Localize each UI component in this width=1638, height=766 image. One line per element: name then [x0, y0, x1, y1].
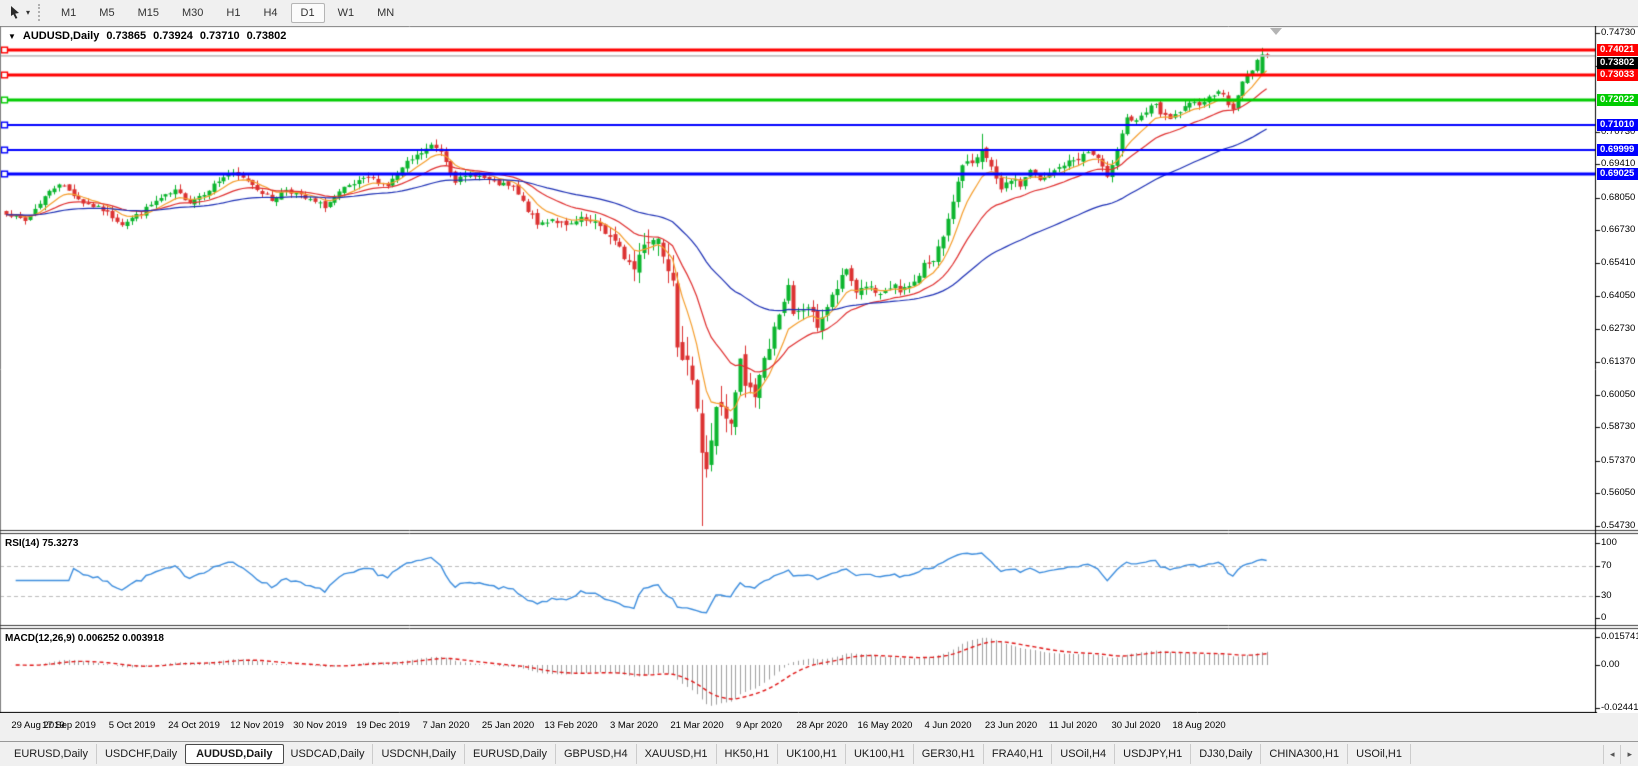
- tab-scroll-left-icon[interactable]: ◂: [1603, 745, 1621, 764]
- date-axis-label: 21 Mar 2020: [670, 720, 723, 731]
- date-axis-label: 13 Feb 2020: [544, 720, 597, 731]
- chart-tab-fra40-h1[interactable]: FRA40,H1: [984, 744, 1052, 764]
- chart-tab-ger30-h1[interactable]: GER30,H1: [914, 744, 984, 764]
- timeframe-button-h4[interactable]: H4: [253, 3, 287, 23]
- date-axis-label: 12 Nov 2019: [230, 720, 284, 731]
- chart-tab-audusd-daily[interactable]: AUDUSD,Daily: [185, 744, 283, 764]
- date-axis-label: 4 Jun 2020: [924, 720, 971, 731]
- tab-scroll-right-icon[interactable]: ▸: [1620, 745, 1638, 764]
- date-axis-label: 11 Jul 2020: [1049, 720, 1097, 731]
- date-axis-label: 17 Sep 2019: [42, 720, 96, 731]
- timeframe-button-w1[interactable]: W1: [328, 3, 365, 23]
- chart-tab-eurusd-daily[interactable]: EURUSD,Daily: [6, 744, 97, 764]
- chart-tab-uk100-h1[interactable]: UK100,H1: [778, 744, 846, 764]
- timeframe-button-m15[interactable]: M15: [128, 3, 169, 23]
- date-axis-label: 9 Apr 2020: [736, 720, 782, 731]
- timeframe-button-m5[interactable]: M5: [89, 3, 124, 23]
- chart-tab-eurusd-daily[interactable]: EURUSD,Daily: [465, 744, 556, 764]
- date-axis-label: 3 Mar 2020: [610, 720, 658, 731]
- date-axis-label: 7 Jan 2020: [422, 720, 469, 731]
- date-axis-label: 29 Aug 2019: [11, 720, 64, 731]
- tab-scrollers: ◂ ▸: [1603, 745, 1638, 764]
- cursor-icon: [8, 5, 22, 20]
- chart-tab-dj30-daily[interactable]: DJ30,Daily: [1191, 744, 1261, 764]
- cursor-tool-button[interactable]: [5, 3, 25, 22]
- date-axis-label: 18 Aug 2020: [1172, 720, 1225, 731]
- chart-tab-usoil-h1[interactable]: USOil,H1: [1348, 744, 1411, 764]
- chart-tab-usdjpy-h1[interactable]: USDJPY,H1: [1115, 744, 1191, 764]
- date-axis-label: 24 Oct 2019: [168, 720, 220, 731]
- date-axis-label: 30 Jul 2020: [1111, 720, 1160, 731]
- top-toolbar: ▾ M1M5M15M30H1H4D1W1MN: [0, 0, 1638, 25]
- chart-tab-usdcad-daily[interactable]: USDCAD,Daily: [283, 744, 374, 764]
- chart-tab-uk100-h1[interactable]: UK100,H1: [846, 744, 914, 764]
- date-axis-label: 5 Oct 2019: [109, 720, 155, 731]
- timeframe-button-h1[interactable]: H1: [216, 3, 250, 23]
- cursor-tool-dropdown-caret-icon[interactable]: ▾: [25, 8, 34, 17]
- toolbar-grip[interactable]: [38, 4, 43, 21]
- date-axis-label: 25 Jan 2020: [482, 720, 534, 731]
- chart-tab-usdchf-daily[interactable]: USDCHF,Daily: [97, 744, 186, 764]
- timeframe-button-m30[interactable]: M30: [172, 3, 213, 23]
- chart-canvas[interactable]: [0, 26, 1638, 713]
- mt4-window: { "toolbar": { "timeframes": ["M1","M5",…: [0, 0, 1638, 766]
- chart-tab-usoil-h4[interactable]: USOil,H4: [1052, 744, 1115, 764]
- chart-tab-usdcnh-daily[interactable]: USDCNH,Daily: [373, 744, 465, 764]
- chart-tab-hk50-h1[interactable]: HK50,H1: [717, 744, 779, 764]
- chart-tab-china300-h1[interactable]: CHINA300,H1: [1261, 744, 1348, 764]
- chart-tab-gbpusd-h4[interactable]: GBPUSD,H4: [556, 744, 637, 764]
- chart-tab-bar: EURUSD,DailyUSDCHF,DailyAUDUSD,DailyUSDC…: [0, 741, 1638, 766]
- timeframe-button-mn[interactable]: MN: [367, 3, 404, 23]
- timeframe-button-d1[interactable]: D1: [291, 3, 325, 23]
- chart-tab-xauusd-h1[interactable]: XAUUSD,H1: [637, 744, 717, 764]
- date-axis-label: 16 May 2020: [858, 720, 913, 731]
- date-axis-label: 19 Dec 2019: [356, 720, 410, 731]
- date-axis-label: 28 Apr 2020: [796, 720, 847, 731]
- timeframe-button-m1[interactable]: M1: [51, 3, 86, 23]
- date-axis-label: 30 Nov 2019: [293, 720, 347, 731]
- date-axis-label: 23 Jun 2020: [985, 720, 1037, 731]
